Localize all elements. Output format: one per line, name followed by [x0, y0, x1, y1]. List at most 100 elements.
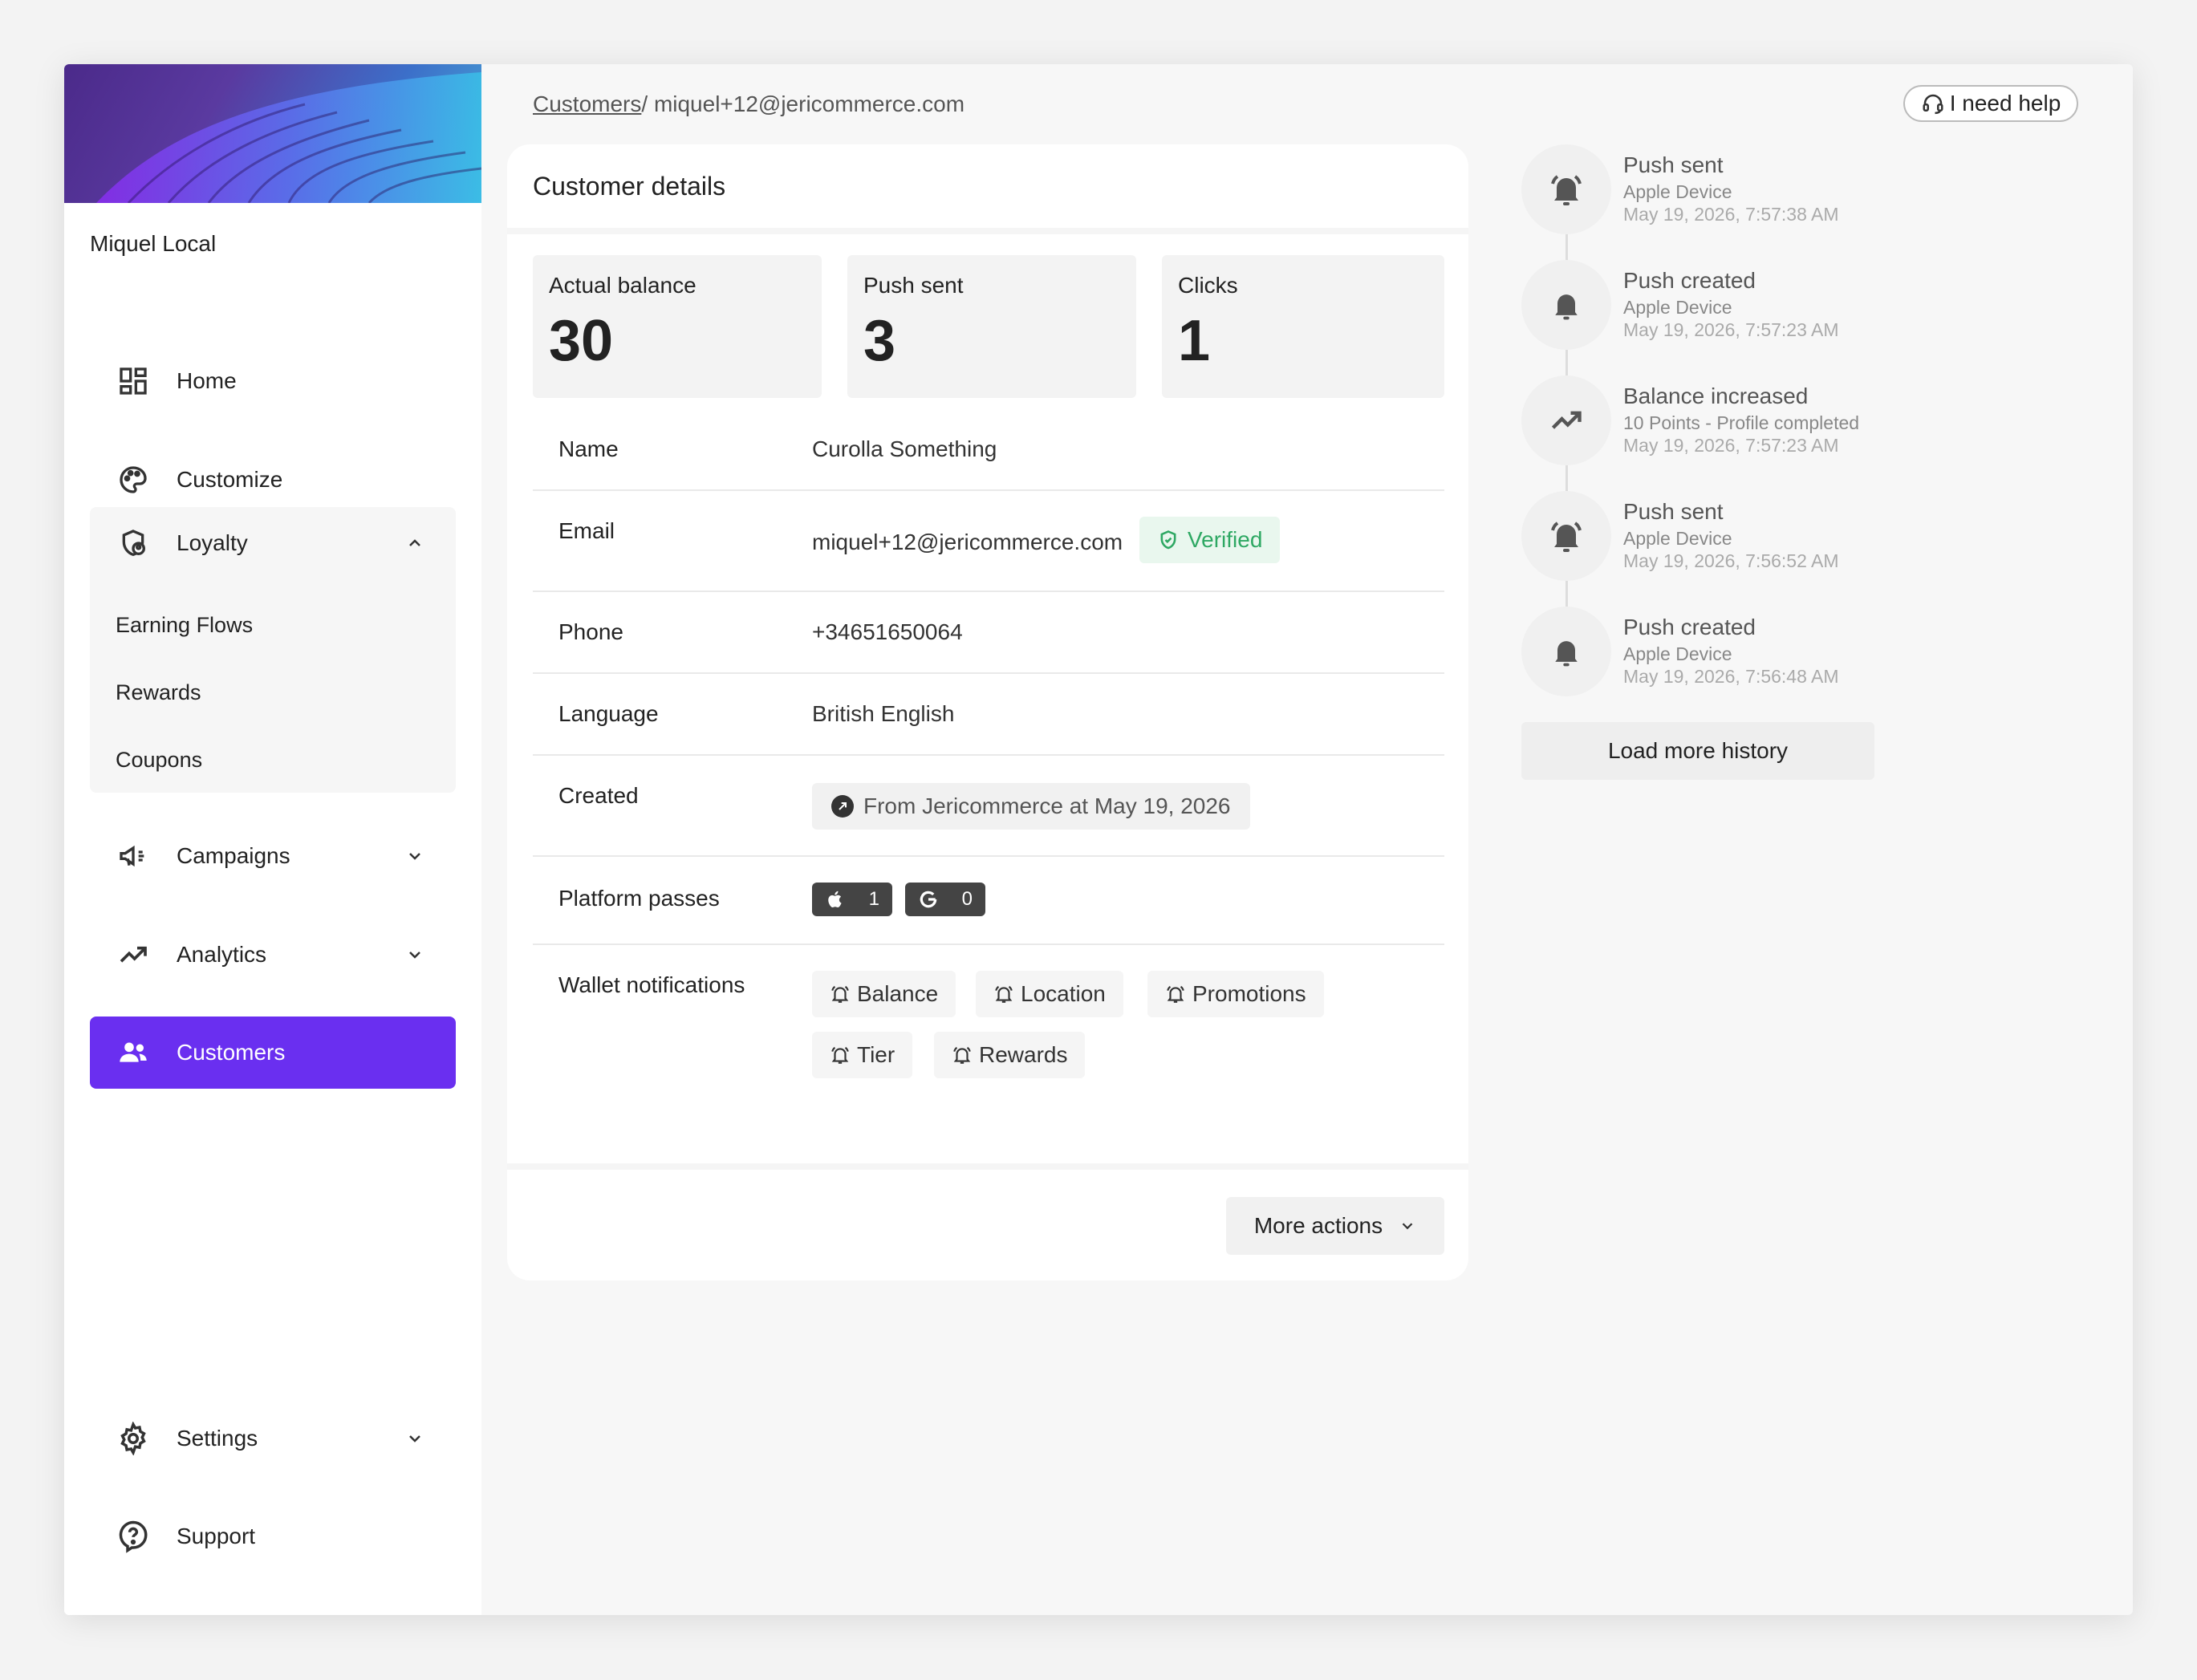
wallet-chip-label: Location	[1021, 981, 1106, 1006]
dashboard-icon	[114, 362, 152, 400]
chevron-up-icon	[403, 531, 427, 555]
sidebar-item-label: Support	[177, 1524, 256, 1548]
created-source-chip: From Jericommerce at May 19, 2026	[812, 783, 1250, 830]
sidebar-item-support[interactable]: Support	[90, 1500, 456, 1572]
apple-pass-badge: 1	[812, 883, 892, 916]
history-event-subtitle: Apple Device	[1623, 643, 1732, 664]
stat-clicks: Clicks 1	[1162, 255, 1444, 398]
sidebar-subitem-earning-flows[interactable]: Earning Flows	[116, 613, 253, 638]
gear-icon	[114, 1419, 152, 1458]
field-label: Platform passes	[558, 886, 720, 911]
bell-icon	[1521, 607, 1611, 696]
source-logo-icon	[831, 795, 854, 818]
stat-label: Actual balance	[549, 273, 696, 298]
sidebar-item-label: Analytics	[177, 942, 267, 967]
brand-banner	[64, 64, 481, 203]
breadcrumb-current: miquel+12@jericommerce.com	[653, 91, 965, 116]
headset-icon	[1923, 94, 1943, 115]
stat-value: 1	[1178, 309, 1211, 373]
row-name: Name Curolla Something	[533, 409, 1444, 491]
bell-ring-icon	[1521, 144, 1611, 234]
wallet-chip-rewards: Rewards	[934, 1032, 1086, 1078]
wallet-chip-label: Promotions	[1192, 981, 1306, 1006]
help-button-label: I need help	[1949, 91, 2061, 116]
sidebar-item-analytics[interactable]: Analytics	[90, 919, 456, 991]
trending-up-icon	[1521, 375, 1611, 465]
more-actions-button[interactable]: More actions	[1226, 1197, 1444, 1255]
sidebar-item-label: Customize	[177, 467, 283, 492]
app-window: Miquel Local Home Customize Loyalty Earn…	[64, 64, 2133, 1615]
sidebar-item-campaigns[interactable]: Campaigns	[90, 820, 456, 892]
chevron-down-icon	[403, 943, 427, 967]
stat-label: Clicks	[1178, 273, 1238, 298]
shield-user-icon	[114, 524, 152, 562]
field-label: Wallet notifications	[558, 972, 745, 997]
history-event-title: Push created	[1623, 268, 1756, 293]
sidebar-item-home[interactable]: Home	[90, 345, 456, 417]
card-title: Customer details	[533, 172, 726, 201]
bell-ring-icon	[1167, 985, 1184, 1003]
divider	[507, 1163, 1468, 1170]
sidebar-item-label: Campaigns	[177, 843, 290, 868]
history-event-time: May 19, 2026, 7:57:23 AM	[1623, 319, 1839, 340]
field-label: Email	[558, 518, 615, 543]
history-event-title: Push sent	[1623, 499, 1724, 524]
wallet-chip-label: Rewards	[979, 1042, 1068, 1067]
shield-check-icon	[1160, 530, 1176, 550]
sidebar-item-label: Home	[177, 368, 237, 393]
field-value-name: Curolla Something	[812, 436, 997, 461]
row-phone: Phone +34651650064	[533, 592, 1444, 674]
row-wallet-notifications: Wallet notifications Balance Location Pr…	[533, 945, 1444, 1122]
stat-push-sent: Push sent 3	[847, 255, 1136, 398]
field-value-email: miquel+12@jericommerce.com	[812, 530, 1123, 554]
row-language: Language British English	[533, 674, 1444, 756]
field-label: Language	[558, 701, 659, 726]
organization-name: Miquel Local	[90, 231, 217, 256]
chevron-down-icon	[1402, 1223, 1413, 1230]
sidebar-subitem-coupons[interactable]: Coupons	[116, 748, 202, 773]
field-value-phone: +34651650064	[812, 619, 963, 644]
history-event-subtitle: 10 Points - Profile completed	[1623, 412, 1860, 433]
wallet-chip-location: Location	[976, 971, 1123, 1017]
row-email: Email miquel+12@jericommerce.com Verifie…	[533, 491, 1444, 592]
created-value: From Jericommerce at May 19, 2026	[863, 793, 1231, 818]
sidebar-item-customers[interactable]: Customers	[90, 1017, 456, 1089]
sidebar: Miquel Local Home Customize Loyalty Earn…	[64, 64, 481, 1615]
help-button[interactable]: I need help	[1903, 85, 2078, 122]
sidebar-item-customize[interactable]: Customize	[90, 444, 456, 516]
history-event-time: May 19, 2026, 7:56:48 AM	[1623, 666, 1839, 687]
google-pass-badge: 0	[905, 883, 985, 916]
field-label: Name	[558, 436, 619, 461]
stat-value: 30	[549, 309, 614, 373]
sidebar-item-loyalty[interactable]: Loyalty	[90, 507, 456, 579]
load-more-history-button[interactable]: Load more history	[1521, 722, 1874, 780]
field-value-language: British English	[812, 701, 955, 726]
chevron-down-icon	[403, 1426, 427, 1451]
bell-ring-icon	[831, 985, 849, 1003]
history-event-title: Push sent	[1623, 152, 1724, 177]
history-event-time: May 19, 2026, 7:57:23 AM	[1623, 435, 1839, 456]
sidebar-subitem-rewards[interactable]: Rewards	[116, 680, 201, 705]
history-event-title: Push created	[1623, 615, 1756, 639]
apple-pass-count: 1	[868, 888, 879, 910]
bell-ring-icon	[831, 1046, 849, 1064]
google-icon	[920, 891, 937, 908]
wallet-chip-promotions: Promotions	[1147, 971, 1324, 1017]
history-event-subtitle: Apple Device	[1623, 528, 1732, 549]
breadcrumb-link-customers[interactable]: Customers	[533, 91, 641, 116]
google-pass-count: 0	[961, 888, 973, 910]
sidebar-item-settings[interactable]: Settings	[90, 1402, 456, 1475]
more-actions-label: More actions	[1253, 1213, 1383, 1238]
history-event-subtitle: Apple Device	[1623, 181, 1732, 202]
bell-ring-icon	[1521, 491, 1611, 581]
breadcrumb-separator: /	[641, 91, 648, 116]
help-circle-icon	[114, 1517, 152, 1556]
bell-icon	[1521, 260, 1611, 350]
timeline-connector	[1566, 581, 1568, 607]
history-event-title: Balance increased	[1623, 383, 1809, 408]
timeline-connector	[1566, 465, 1568, 491]
bell-ring-icon	[953, 1046, 971, 1064]
apple-icon	[828, 891, 842, 907]
field-label: Created	[558, 783, 639, 808]
wallet-chip-tier: Tier	[812, 1032, 913, 1078]
